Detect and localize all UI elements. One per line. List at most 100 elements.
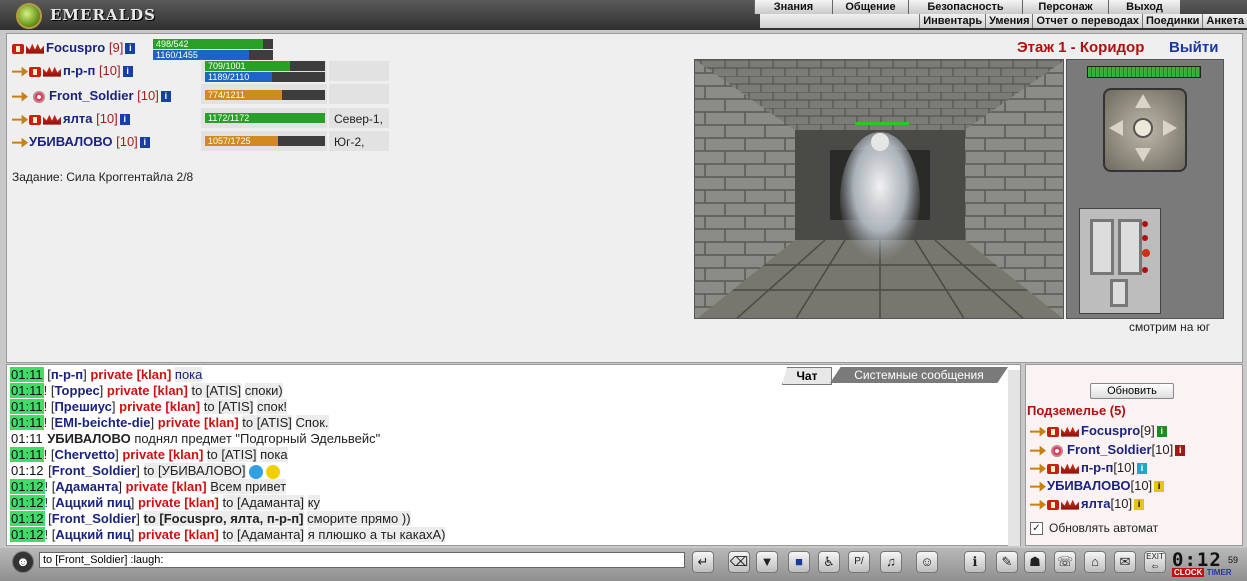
facing-direction: смотрим на юг xyxy=(1129,320,1211,334)
save-icon[interactable]: ■ xyxy=(788,551,810,573)
laugh-icon xyxy=(265,464,280,479)
auto-refresh-toggle[interactable]: ✓ Обновлять автомат xyxy=(1030,521,1158,536)
chat-log[interactable]: Чат Системные сообщения 01:11 [п-р-п] pr… xyxy=(6,364,1021,546)
chat-recipient[interactable]: to [Focuspro, ялта, п-р-п] xyxy=(143,511,304,526)
submenu-skills[interactable]: Умения xyxy=(985,14,1032,28)
movement-compass[interactable] xyxy=(1103,88,1187,172)
walk-icon[interactable]: ♿ xyxy=(818,551,840,573)
chat-sender[interactable]: Адаманта xyxy=(55,479,118,494)
smiley-icon[interactable]: ☺ xyxy=(916,551,938,573)
party-member-name[interactable]: ялта xyxy=(63,111,92,126)
chat-input[interactable] xyxy=(39,552,685,568)
clan-icon[interactable]: ☗ xyxy=(1024,551,1046,573)
exit-dungeon-link[interactable]: Выйти xyxy=(1169,39,1218,56)
party-member-name[interactable]: п-р-п xyxy=(63,63,95,78)
chat-sender[interactable]: Прешиус xyxy=(54,399,111,414)
online-user[interactable]: Front_Soldier[10] i xyxy=(1030,442,1186,457)
party-member-row: Focuspro [9] i 498/542 1160/1455 xyxy=(12,38,312,60)
game-clock: 0:12 59 CLOCK TIMER xyxy=(1172,549,1242,577)
edit-icon[interactable]: ✎ xyxy=(996,551,1018,573)
online-user[interactable]: п-р-п[10] i xyxy=(1030,460,1147,475)
online-user[interactable]: ялта[10] i xyxy=(1030,496,1145,511)
chat-recipient[interactable]: to [УБИВАЛОВО] xyxy=(143,463,246,478)
party-member-name[interactable]: Focuspro xyxy=(46,40,105,55)
refresh-button[interactable]: Обновить xyxy=(1090,383,1174,399)
info-icon[interactable]: i xyxy=(139,137,150,149)
music-icon[interactable]: ♫ xyxy=(880,551,902,573)
info-icon[interactable]: i xyxy=(160,91,171,103)
clan-flag-icon xyxy=(1047,426,1059,437)
info-icon[interactable]: i xyxy=(1175,445,1186,457)
clock-label[interactable]: CLOCK xyxy=(1172,568,1205,577)
info-icon[interactable]: i xyxy=(1134,499,1145,511)
chat-sender[interactable]: Аццкий пиц xyxy=(55,527,130,542)
info-player-icon[interactable]: ℹ xyxy=(964,551,986,573)
chat-recipient[interactable]: to [ATIS] xyxy=(206,447,257,462)
chat-sender[interactable]: Front_Soldier xyxy=(52,511,137,526)
dungeon-panel: Focuspro [9] i 498/542 1160/1455 п-р-п [1… xyxy=(6,33,1243,363)
menu-exit[interactable]: Выход xyxy=(1108,0,1180,14)
chat-recipient[interactable]: to [Адаманта] xyxy=(222,527,305,542)
arrow-down-icon[interactable] xyxy=(1135,148,1151,162)
info-icon[interactable]: i xyxy=(1154,481,1165,493)
auto-refresh-checkbox[interactable]: ✓ xyxy=(1030,522,1043,536)
turn-around-icon[interactable] xyxy=(1133,118,1153,138)
info-icon[interactable]: i xyxy=(122,66,133,78)
chat-recipient[interactable]: to [ATIS] xyxy=(203,399,254,414)
submenu-inventory[interactable]: Инвентарь xyxy=(919,14,985,28)
arrow-left-icon[interactable] xyxy=(1109,120,1123,136)
chat-sender[interactable]: Торрес xyxy=(54,383,99,398)
chat-recipient[interactable]: to [ATIS] xyxy=(242,415,292,430)
navigation-panel xyxy=(1066,59,1224,319)
arrow-icon xyxy=(1030,463,1046,474)
chat-sender[interactable]: Front_Soldier xyxy=(52,463,137,478)
party-member-name[interactable]: Front_Soldier xyxy=(49,88,134,103)
arrow-right-icon[interactable] xyxy=(1163,120,1177,136)
arrow-icon xyxy=(12,137,28,148)
dialog-icon[interactable]: ☏ xyxy=(1054,551,1076,573)
corridor-view[interactable] xyxy=(694,59,1064,319)
chat-sender[interactable]: Chervetto xyxy=(54,447,115,462)
menu-communication[interactable]: Общение xyxy=(832,0,908,14)
info-icon[interactable]: i xyxy=(1137,463,1147,475)
chat-actor[interactable]: УБИВАЛОВО xyxy=(47,431,130,446)
arrow-icon xyxy=(12,114,28,125)
flower-icon xyxy=(33,90,45,103)
chat-recipient[interactable]: to [ATIS] xyxy=(191,383,242,398)
game-logo[interactable]: EMERALDS xyxy=(6,0,206,30)
exit-icon[interactable]: EXIT ⇦ xyxy=(1144,551,1166,573)
info-icon[interactable]: i xyxy=(1156,426,1167,438)
timer-label[interactable]: TIMER xyxy=(1207,568,1232,577)
menu-knowledge[interactable]: Знания xyxy=(754,0,832,14)
menu-character[interactable]: Персонаж xyxy=(1022,0,1108,14)
send-icon[interactable]: ↵ xyxy=(692,551,714,573)
menu-security[interactable]: Безопасность xyxy=(908,0,1022,14)
direction-hint: Юг-2, xyxy=(334,135,365,149)
lock-icon[interactable]: ⌂ xyxy=(1084,551,1106,573)
online-user[interactable]: Focuspro[9] i xyxy=(1030,423,1167,438)
target-hp-bar xyxy=(1087,66,1201,78)
submenu-transfers[interactable]: Отчет о переводах xyxy=(1032,14,1142,28)
private-icon[interactable]: P/ xyxy=(848,551,870,573)
chat-sender[interactable]: EMI-beichte-die xyxy=(54,415,150,430)
eraser-icon[interactable]: ⌫ xyxy=(728,551,750,573)
info-icon[interactable]: i xyxy=(119,114,130,126)
mail-icon[interactable]: ✉ xyxy=(1114,551,1136,573)
submenu-profile[interactable]: Анкета xyxy=(1202,14,1247,28)
online-user[interactable]: УБИВАЛОВО[10] i xyxy=(1030,478,1165,493)
avatar-icon[interactable]: ☻ xyxy=(12,551,34,573)
chat-sender[interactable]: Аццкий пиц xyxy=(55,495,130,510)
chat-line: 01:12 [Front_Soldier] to [Focuspro, ялта… xyxy=(10,511,411,526)
tab-chat[interactable]: Чат xyxy=(782,367,832,385)
tab-system-messages[interactable]: Системные сообщения xyxy=(830,367,1008,383)
info-icon[interactable]: i xyxy=(125,43,136,55)
chat-private-tag: private [klan] xyxy=(125,479,207,494)
arrow-up-icon[interactable] xyxy=(1135,94,1151,108)
chat-sender[interactable]: п-р-п xyxy=(51,367,83,382)
chat-line: 01:12! [Адаманта] private [klan] Всем пр… xyxy=(10,479,287,494)
submenu-duels[interactable]: Поединки xyxy=(1142,14,1202,28)
filter-icon[interactable]: ▼ xyxy=(756,551,778,573)
chat-scrollbar[interactable] xyxy=(1008,370,1020,546)
party-member-name[interactable]: УБИВАЛОВО xyxy=(29,134,112,149)
chat-recipient[interactable]: to [Адаманта] xyxy=(222,495,305,510)
